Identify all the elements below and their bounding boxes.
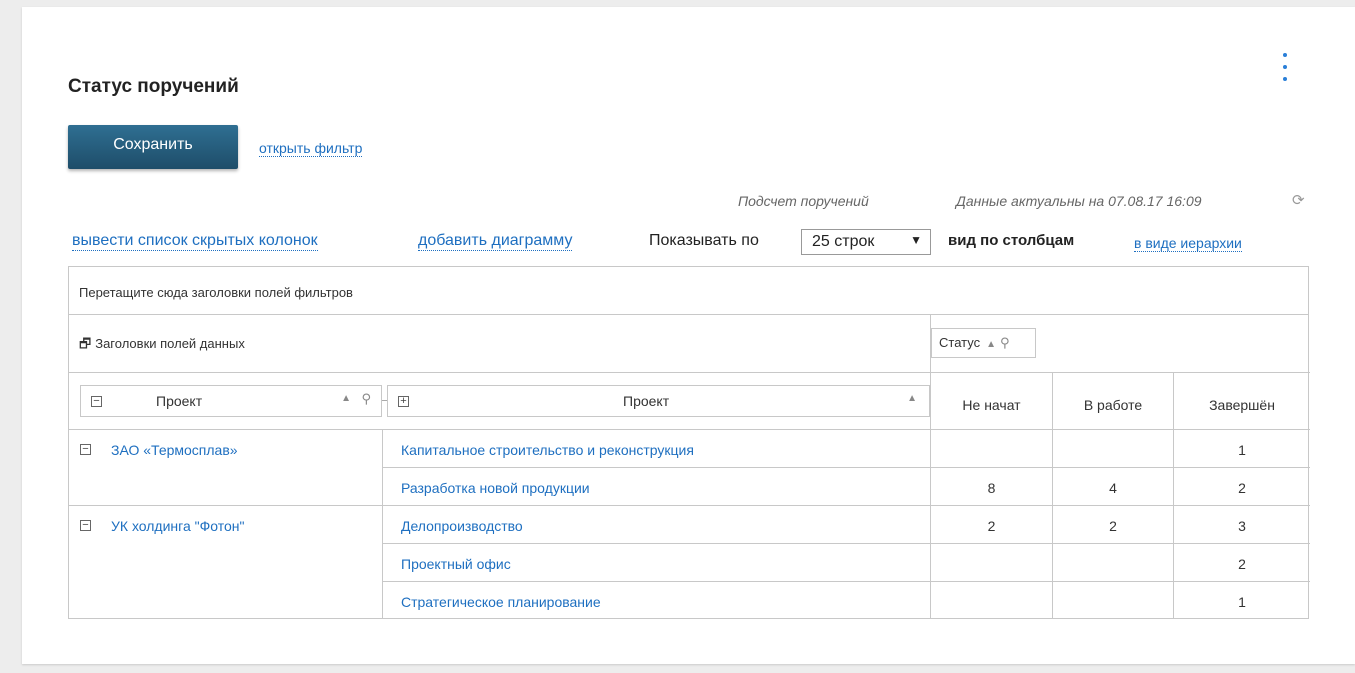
- table-cell: 4: [1109, 480, 1117, 496]
- data-headers-zone[interactable]: 🗗 Заголовки полей данных: [79, 335, 245, 357]
- table-cell: 2: [1238, 480, 1246, 496]
- filter-pin-icon[interactable]: ⚲: [1000, 335, 1010, 350]
- sort-asc-icon: ▲: [986, 339, 997, 350]
- table-cell: 3: [1238, 518, 1246, 534]
- table-cell: 1: [1238, 594, 1246, 610]
- project-link[interactable]: Стратегическое планирование: [401, 594, 601, 610]
- data-actual-label: Данные актуальны на 07.08.17 16:09: [956, 193, 1202, 209]
- status-field-label: Статус: [939, 335, 981, 350]
- column-header-not-started[interactable]: Не начат: [931, 397, 1052, 413]
- refresh-icon[interactable]: ⟳: [1292, 193, 1307, 208]
- project-row-field-1[interactable]: − Проект ▲ ⚲: [80, 385, 382, 417]
- project-link[interactable]: Капитальное строительство и реконструкци…: [401, 442, 694, 458]
- table-cell: 8: [987, 480, 996, 496]
- filter-pin-icon[interactable]: ⚲: [361, 391, 371, 407]
- minus-box-icon[interactable]: −: [91, 396, 102, 407]
- add-chart-link[interactable]: добавить диаграмму: [418, 232, 573, 251]
- table-cell: 2: [1109, 518, 1117, 534]
- status-column-field[interactable]: Статус ▲ ⚲: [931, 328, 1036, 358]
- save-button[interactable]: Сохранить: [68, 125, 238, 169]
- rows-per-page-select[interactable]: 25 строк ▼: [801, 229, 931, 255]
- divider: [382, 581, 1310, 582]
- column-header-in-progress[interactable]: В работе: [1053, 397, 1173, 413]
- group-name[interactable]: УК холдинга "Фотон": [111, 518, 244, 534]
- page-title: Статус поручений: [68, 76, 239, 97]
- divider: [382, 467, 1310, 468]
- divider: [382, 429, 383, 618]
- data-headers-label: Заголовки полей данных: [95, 336, 245, 351]
- filter-drop-zone[interactable]: Перетащите сюда заголовки полей фильтров: [69, 267, 1308, 315]
- project-row-field-2[interactable]: + Проект ▲: [387, 385, 930, 417]
- project-link[interactable]: Проектный офис: [401, 556, 511, 572]
- plus-box-icon[interactable]: +: [398, 396, 409, 407]
- minus-box-icon[interactable]: −: [80, 444, 91, 455]
- divider: [930, 372, 1310, 373]
- sort-asc-icon: ▲: [341, 393, 351, 404]
- more-vertical-icon[interactable]: [1279, 53, 1291, 81]
- column-header-done[interactable]: Завершён: [1174, 397, 1310, 413]
- minus-box-icon[interactable]: −: [80, 520, 91, 531]
- count-label: Подсчет поручений: [738, 193, 869, 209]
- view-columns-label: вид по столбцам: [948, 232, 1075, 249]
- rows-per-page-value: 25 строк: [812, 233, 875, 250]
- project-field-1-label: Проект: [156, 393, 203, 409]
- window-icon: 🗗: [79, 336, 92, 351]
- hidden-columns-link[interactable]: вывести список скрытых колонок: [72, 232, 318, 251]
- divider: [69, 505, 1310, 506]
- show-by-label: Показывать по: [649, 232, 759, 249]
- table-cell: 2: [987, 518, 996, 534]
- project-link[interactable]: Делопроизводство: [401, 518, 523, 534]
- view-hierarchy-link[interactable]: в виде иерархии: [1134, 235, 1242, 252]
- project-field-2-label: Проект: [623, 393, 670, 409]
- table-cell: 2: [1238, 556, 1246, 572]
- open-filter-link[interactable]: открыть фильтр: [259, 140, 363, 157]
- divider: [69, 372, 930, 373]
- group-name[interactable]: ЗАО «Термосплав»: [111, 442, 238, 458]
- project-link[interactable]: Разработка новой продукции: [401, 480, 590, 496]
- sort-asc-icon: ▲: [907, 393, 917, 404]
- chevron-down-icon: ▼: [910, 233, 922, 247]
- table-cell: 1: [1238, 442, 1246, 458]
- pivot-grid: Перетащите сюда заголовки полей фильтров…: [68, 266, 1310, 619]
- divider: [382, 543, 1310, 544]
- divider: [69, 429, 1310, 430]
